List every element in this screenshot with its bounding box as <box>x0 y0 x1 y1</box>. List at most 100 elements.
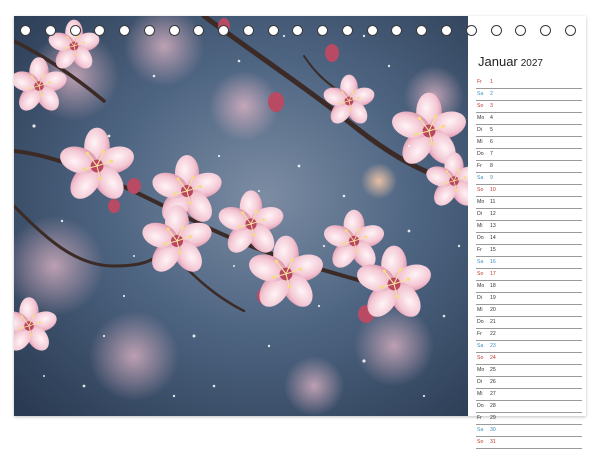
binding-ring <box>44 25 56 36</box>
day-number: 7 <box>490 151 493 157</box>
binding-ring <box>292 25 304 36</box>
day-number: 22 <box>490 331 496 337</box>
day-row: Sa 16 <box>476 257 582 269</box>
binding-ring <box>391 25 403 36</box>
weekday-label: Mi <box>477 139 483 145</box>
binding-ring <box>267 25 279 36</box>
binding-ring <box>193 25 205 36</box>
day-number: 12 <box>490 211 496 217</box>
day-row: Sa 30 <box>476 425 582 437</box>
day-number: 25 <box>490 367 496 373</box>
binding-ring <box>20 25 31 36</box>
binding-ring <box>515 25 527 36</box>
binding-ring <box>168 25 180 36</box>
day-number: 29 <box>490 415 496 421</box>
day-list: Fr 1 Sa 2 So 3 Mo 4 Di 5 Mi 6 Do 7 Fr 8 Sa 9 So 10 Mo 11 Di 12 M… <box>476 77 582 449</box>
day-row: So 17 <box>476 269 582 281</box>
day-number: 5 <box>490 127 493 133</box>
day-number: 19 <box>490 295 496 301</box>
weekday-label: Mo <box>477 199 485 205</box>
day-number: 27 <box>490 391 496 397</box>
day-number: 8 <box>490 163 493 169</box>
day-number: 2 <box>490 91 493 97</box>
day-row: So 10 <box>476 185 582 197</box>
day-row: Mo 18 <box>476 281 582 293</box>
binding-ring <box>317 25 329 36</box>
weekday-label: Di <box>477 379 482 385</box>
day-row: Fr 15 <box>476 245 582 257</box>
binding-ring <box>94 25 106 36</box>
day-row: Sa 2 <box>476 89 582 101</box>
calendar-panel: Januar 2027 Fr 1 Sa 2 So 3 Mo 4 Di 5 Mi 6 Do 7 Fr 8 Sa 9 So… <box>476 40 586 449</box>
day-number: 21 <box>490 319 496 325</box>
binding-ring <box>69 25 81 36</box>
month-title: Januar 2027 <box>478 54 543 69</box>
day-row: Fr 1 <box>476 77 582 89</box>
day-row: Do 28 <box>476 401 582 413</box>
day-number: 10 <box>490 187 496 193</box>
weekday-label: Do <box>477 403 484 409</box>
day-number: 15 <box>490 247 496 253</box>
weekday-label: Do <box>477 319 484 325</box>
weekday-label: So <box>477 103 484 109</box>
weekday-label: Sa <box>477 427 484 433</box>
weekday-label: So <box>477 271 484 277</box>
day-number: 24 <box>490 355 496 361</box>
binding-ring <box>441 25 453 36</box>
day-number: 1 <box>490 79 493 85</box>
weekday-label: Mi <box>477 307 483 313</box>
weekday-label: Di <box>477 211 482 217</box>
weekday-label: So <box>477 439 484 445</box>
binding-ring <box>366 25 378 36</box>
day-row: Sa 9 <box>476 173 582 185</box>
weekday-label: Mo <box>477 367 485 373</box>
day-number: 14 <box>490 235 496 241</box>
day-row: Mi 27 <box>476 389 582 401</box>
day-number: 20 <box>490 307 496 313</box>
day-number: 4 <box>490 115 493 121</box>
day-row: Di 5 <box>476 125 582 137</box>
binding-ring <box>341 25 353 36</box>
day-row: Mo 4 <box>476 113 582 125</box>
day-row: So 31 <box>476 437 582 449</box>
spiral-binding <box>20 25 576 39</box>
binding-ring <box>490 25 502 36</box>
binding-ring <box>416 25 428 36</box>
day-number: 18 <box>490 283 496 289</box>
cherry-blossom-photo <box>14 16 468 416</box>
weekday-label: So <box>477 355 484 361</box>
day-row: Di 12 <box>476 209 582 221</box>
day-row: Di 26 <box>476 377 582 389</box>
binding-ring <box>564 25 576 36</box>
day-row: Do 14 <box>476 233 582 245</box>
day-number: 6 <box>490 139 493 145</box>
weekday-label: So <box>477 187 484 193</box>
day-number: 9 <box>490 175 493 181</box>
day-row: Mi 20 <box>476 305 582 317</box>
day-row: So 24 <box>476 353 582 365</box>
day-row: Fr 29 <box>476 413 582 425</box>
day-row: Mi 6 <box>476 137 582 149</box>
day-number: 13 <box>490 223 496 229</box>
weekday-label: Do <box>477 151 484 157</box>
weekday-label: Sa <box>477 91 484 97</box>
weekday-label: Mo <box>477 283 485 289</box>
binding-ring <box>218 25 230 36</box>
day-row: Mo 25 <box>476 365 582 377</box>
day-number: 30 <box>490 427 496 433</box>
weekday-label: Fr <box>477 331 482 337</box>
year-label: 2027 <box>520 58 543 69</box>
weekday-label: Di <box>477 295 482 301</box>
day-row: Mo 11 <box>476 197 582 209</box>
weekday-label: Sa <box>477 259 484 265</box>
day-number: 16 <box>490 259 496 265</box>
binding-ring <box>242 25 254 36</box>
day-number: 23 <box>490 343 496 349</box>
day-row: Fr 8 <box>476 161 582 173</box>
weekday-label: Fr <box>477 247 482 253</box>
weekday-label: Fr <box>477 79 482 85</box>
weekday-label: Fr <box>477 415 482 421</box>
day-row: Mi 13 <box>476 221 582 233</box>
day-row: Sa 23 <box>476 341 582 353</box>
binding-ring <box>540 25 552 36</box>
